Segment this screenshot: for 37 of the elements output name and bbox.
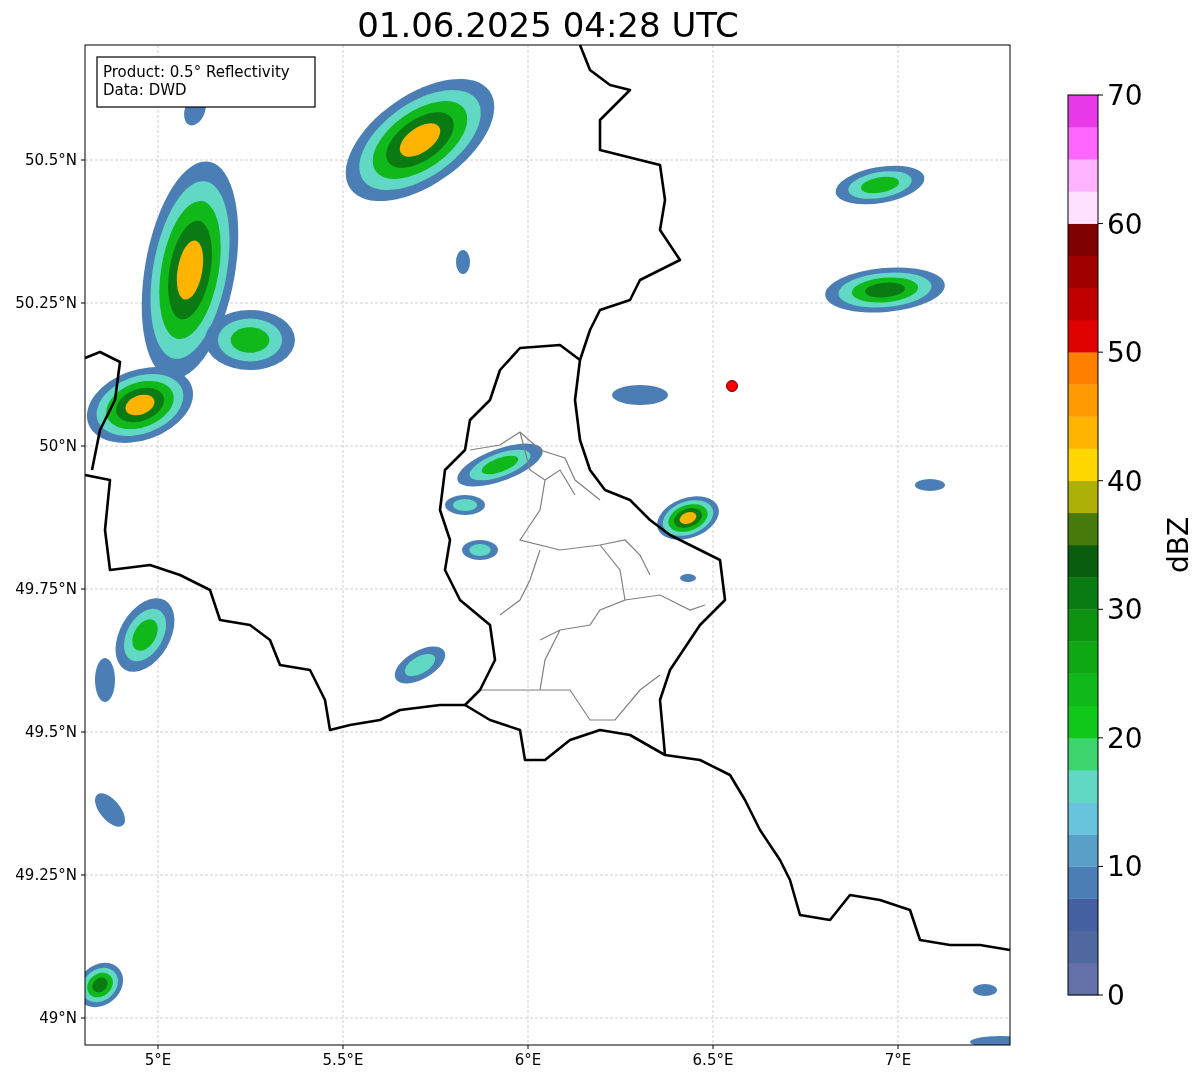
- y-tick-label: 50.5°N: [24, 151, 77, 169]
- colorbar-tick-label: 70: [1107, 79, 1143, 112]
- info-text: Data: DWD: [103, 81, 187, 99]
- radar-echo: [394, 646, 446, 684]
- radar-echo: [970, 1036, 1010, 1045]
- y-tick-label: 50°N: [39, 437, 77, 455]
- radar-echo: [445, 495, 485, 515]
- radar-echo: [85, 962, 123, 1008]
- radar-echo: [680, 574, 696, 582]
- chart-title: 01.06.2025 04:28 UTC: [357, 5, 739, 45]
- x-tick-label: 6°E: [514, 1051, 542, 1069]
- location-marker: [726, 380, 738, 392]
- x-tick-label: 5°E: [144, 1051, 172, 1069]
- colorbar-tick-label: 10: [1107, 850, 1143, 884]
- x-tick-label: 6.5°E: [692, 1051, 734, 1069]
- y-tick-label: 49.5°N: [24, 723, 77, 741]
- radar-echo: [657, 496, 719, 540]
- radar-echo: [95, 793, 125, 827]
- colorbar-tick-label: 20: [1107, 721, 1143, 755]
- y-tick-label: 50.25°N: [15, 294, 77, 312]
- colorbar-tick-label: 0: [1107, 979, 1125, 1012]
- colorbar-label: dBZ: [1162, 516, 1195, 574]
- radar-echo: [612, 385, 668, 405]
- colorbar-tick-label: 50: [1107, 336, 1143, 370]
- colorbar-tick-label: 60: [1107, 207, 1143, 241]
- y-tick-label: 49.75°N: [15, 580, 77, 598]
- x-tick-label: 7°E: [884, 1051, 912, 1069]
- colorbar-tick-label: 40: [1107, 464, 1143, 498]
- radar-echo: [915, 479, 945, 491]
- radar-echo: [462, 540, 498, 560]
- radar-echo: [973, 984, 997, 996]
- info-text: Product: 0.5° Reflectivity: [103, 63, 290, 81]
- y-tick-label: 49°N: [39, 1009, 77, 1027]
- x-tick-label: 5.5°E: [322, 1051, 364, 1069]
- colorbar-tick-label: 30: [1107, 593, 1143, 627]
- radar-echo: [456, 250, 470, 274]
- y-tick-label: 49.25°N: [15, 866, 77, 884]
